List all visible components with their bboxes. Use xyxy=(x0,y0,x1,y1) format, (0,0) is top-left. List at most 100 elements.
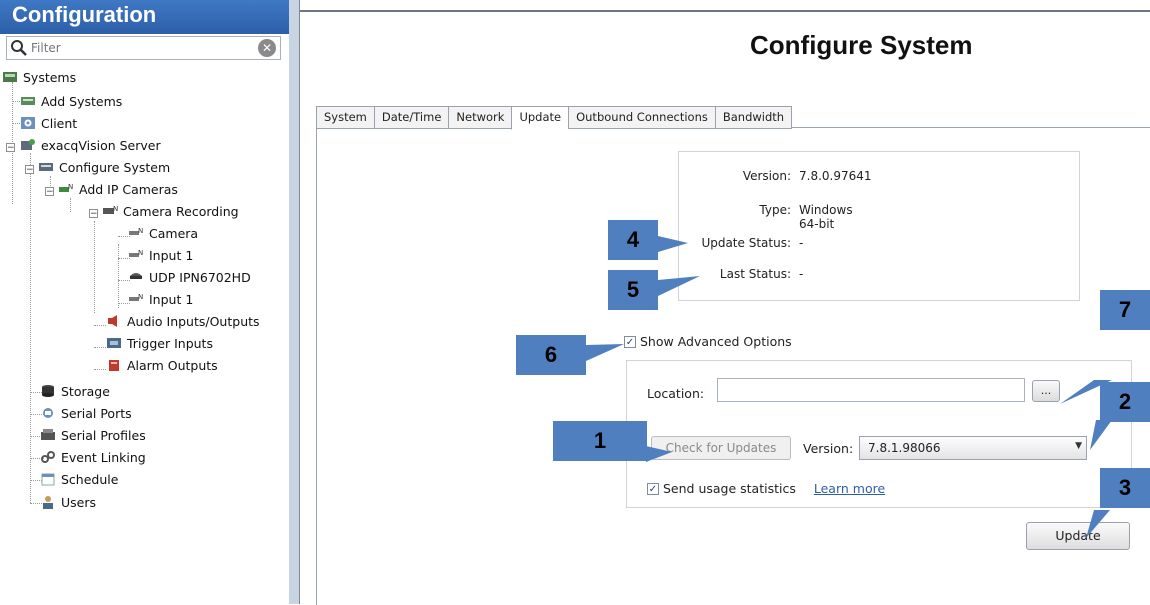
svg-text:N: N xyxy=(138,249,143,257)
tree-label: Users xyxy=(61,494,97,510)
main-panel: Configure System System Date/Time Networ… xyxy=(300,0,1150,605)
last-status-value: - xyxy=(799,267,804,281)
location-input[interactable] xyxy=(717,378,1025,402)
tree-item-event-linking[interactable]: Event Linking xyxy=(40,446,146,468)
tree-item-alarm-outputs[interactable]: Alarm Outputs xyxy=(106,354,218,376)
callout-5: 5 xyxy=(608,270,658,310)
svg-text:N: N xyxy=(113,205,118,213)
tree-label: Systems xyxy=(23,69,77,85)
filter-input[interactable] xyxy=(31,39,251,57)
tree-item-add-ip-cameras[interactable]: N Add IP Cameras xyxy=(58,178,178,200)
tree-label: Input 1 xyxy=(149,291,194,307)
serial-port-icon xyxy=(43,408,53,418)
tree-label: Alarm Outputs xyxy=(127,357,218,373)
svg-text:N: N xyxy=(68,183,73,191)
collapse-toggle[interactable]: − xyxy=(25,165,34,175)
tree-item-serial-profiles[interactable]: Serial Profiles xyxy=(40,424,146,446)
filter-box[interactable]: ✕ xyxy=(6,36,281,60)
send-usage-statistics[interactable]: ✓ Send usage statistics Learn more xyxy=(647,481,885,496)
tree-item-storage[interactable]: Storage xyxy=(40,380,110,402)
usage-label: Send usage statistics xyxy=(663,481,796,496)
tree-item-camera[interactable]: N Camera xyxy=(128,222,198,244)
tree-label: Serial Ports xyxy=(61,405,132,421)
usage-checkbox[interactable]: ✓ xyxy=(647,482,659,495)
check-for-updates-button[interactable]: Check for Updates xyxy=(651,436,791,460)
svg-text:N: N xyxy=(138,293,143,301)
users-icon xyxy=(43,496,53,509)
advanced-options-box: Location: ... Check for Updates Version:… xyxy=(626,360,1132,508)
type-label: Type: xyxy=(759,203,791,217)
panel-splitter[interactable] xyxy=(289,0,299,604)
clear-filter-icon[interactable]: ✕ xyxy=(258,39,276,57)
tree-label: Storage xyxy=(61,383,110,399)
tree-label: Schedule xyxy=(61,471,119,487)
show-advanced-label: Show Advanced Options xyxy=(640,334,792,349)
configure-system-icon xyxy=(39,163,53,171)
tree-item-exacqvision-server[interactable]: exacqVision Server xyxy=(20,134,161,156)
tree-item-add-systems[interactable]: Add Systems xyxy=(20,90,122,112)
show-advanced-options[interactable]: ✓ Show Advanced Options xyxy=(624,334,792,349)
configuration-panel: Configuration ✕ − − − − xyxy=(0,0,290,604)
trigger-icon xyxy=(107,338,121,348)
add-systems-icon xyxy=(21,97,35,105)
callout-2: 2 xyxy=(1100,382,1150,422)
callout-3: 3 xyxy=(1100,468,1150,508)
version-select[interactable]: 7.8.1.98066 ▼ xyxy=(859,436,1087,460)
input-icon: N xyxy=(129,249,143,257)
tree-label: Audio Inputs/Outputs xyxy=(127,313,260,329)
tab-system[interactable]: System xyxy=(316,106,374,129)
tab-bandwidth[interactable]: Bandwidth xyxy=(714,106,793,129)
tree-item-client[interactable]: Client xyxy=(20,112,77,134)
alarm-icon xyxy=(109,360,119,371)
configuration-header: Configuration xyxy=(0,0,289,34)
client-gear-icon xyxy=(21,117,35,129)
version-select-label: Version: xyxy=(803,441,854,456)
chevron-down-icon: ▼ xyxy=(1075,441,1082,451)
tree-item-input-1[interactable]: N Input 1 xyxy=(128,244,193,266)
callout-6: 6 xyxy=(516,335,586,375)
learn-more-link[interactable]: Learn more xyxy=(814,481,885,496)
tree-label: Serial Profiles xyxy=(61,427,146,443)
callout-7: 7 xyxy=(1100,290,1150,330)
tree-label: Trigger Inputs xyxy=(127,335,213,351)
tree-item-schedule[interactable]: Schedule xyxy=(40,468,118,490)
divider xyxy=(300,10,1150,12)
camera-icon: N xyxy=(129,227,143,235)
tree-item-audio-inputs-outputs[interactable]: Audio Inputs/Outputs xyxy=(106,310,260,332)
collapse-toggle[interactable]: − xyxy=(45,187,54,197)
tab-outbound-connections[interactable]: Outbound Connections xyxy=(568,106,715,129)
tree-label: Configure System xyxy=(59,159,171,175)
tree-label: Camera Recording xyxy=(123,203,239,219)
serial-profiles-icon xyxy=(41,429,55,440)
update-button[interactable]: Update xyxy=(1026,522,1130,550)
tree-label: UDP IPN6702HD xyxy=(149,269,251,285)
tree-label: Client xyxy=(41,115,78,131)
tab-bar: System Date/Time Network Update Outbound… xyxy=(316,106,793,130)
browse-button[interactable]: ... xyxy=(1032,380,1060,402)
tree-label: Event Linking xyxy=(61,449,146,465)
search-icon xyxy=(11,40,27,56)
location-label: Location: xyxy=(647,386,705,401)
show-advanced-checkbox[interactable]: ✓ xyxy=(624,335,636,348)
input-icon: N xyxy=(129,293,143,301)
page-title: Configure System xyxy=(750,30,973,60)
tree-item-serial-ports[interactable]: Serial Ports xyxy=(40,402,132,424)
storage-icon xyxy=(42,385,54,397)
tab-date-time[interactable]: Date/Time xyxy=(373,106,449,129)
tree-item-configure-system[interactable]: Configure System xyxy=(38,156,170,178)
tree-item-udp-ipn6702hd[interactable]: UDP IPN6702HD xyxy=(128,266,251,288)
ip-camera-icon: N xyxy=(59,183,73,192)
tree-item-camera-recording[interactable]: N Camera Recording xyxy=(102,200,239,222)
tree-item-input-1[interactable]: N Input 1 xyxy=(128,288,193,310)
callout-4: 4 xyxy=(608,220,658,260)
collapse-toggle[interactable]: − xyxy=(6,143,15,153)
tree-item-systems[interactable]: Systems xyxy=(2,66,76,88)
camera-recording-icon: N xyxy=(103,205,118,214)
update-status-label: Update Status: xyxy=(701,236,791,250)
collapse-toggle[interactable]: − xyxy=(89,209,98,219)
tree-item-users[interactable]: Users xyxy=(40,491,96,513)
configuration-title: Configuration xyxy=(12,2,157,27)
tab-update[interactable]: Update xyxy=(511,106,569,130)
tab-network[interactable]: Network xyxy=(448,106,512,129)
tree-item-trigger-inputs[interactable]: Trigger Inputs xyxy=(106,332,213,354)
